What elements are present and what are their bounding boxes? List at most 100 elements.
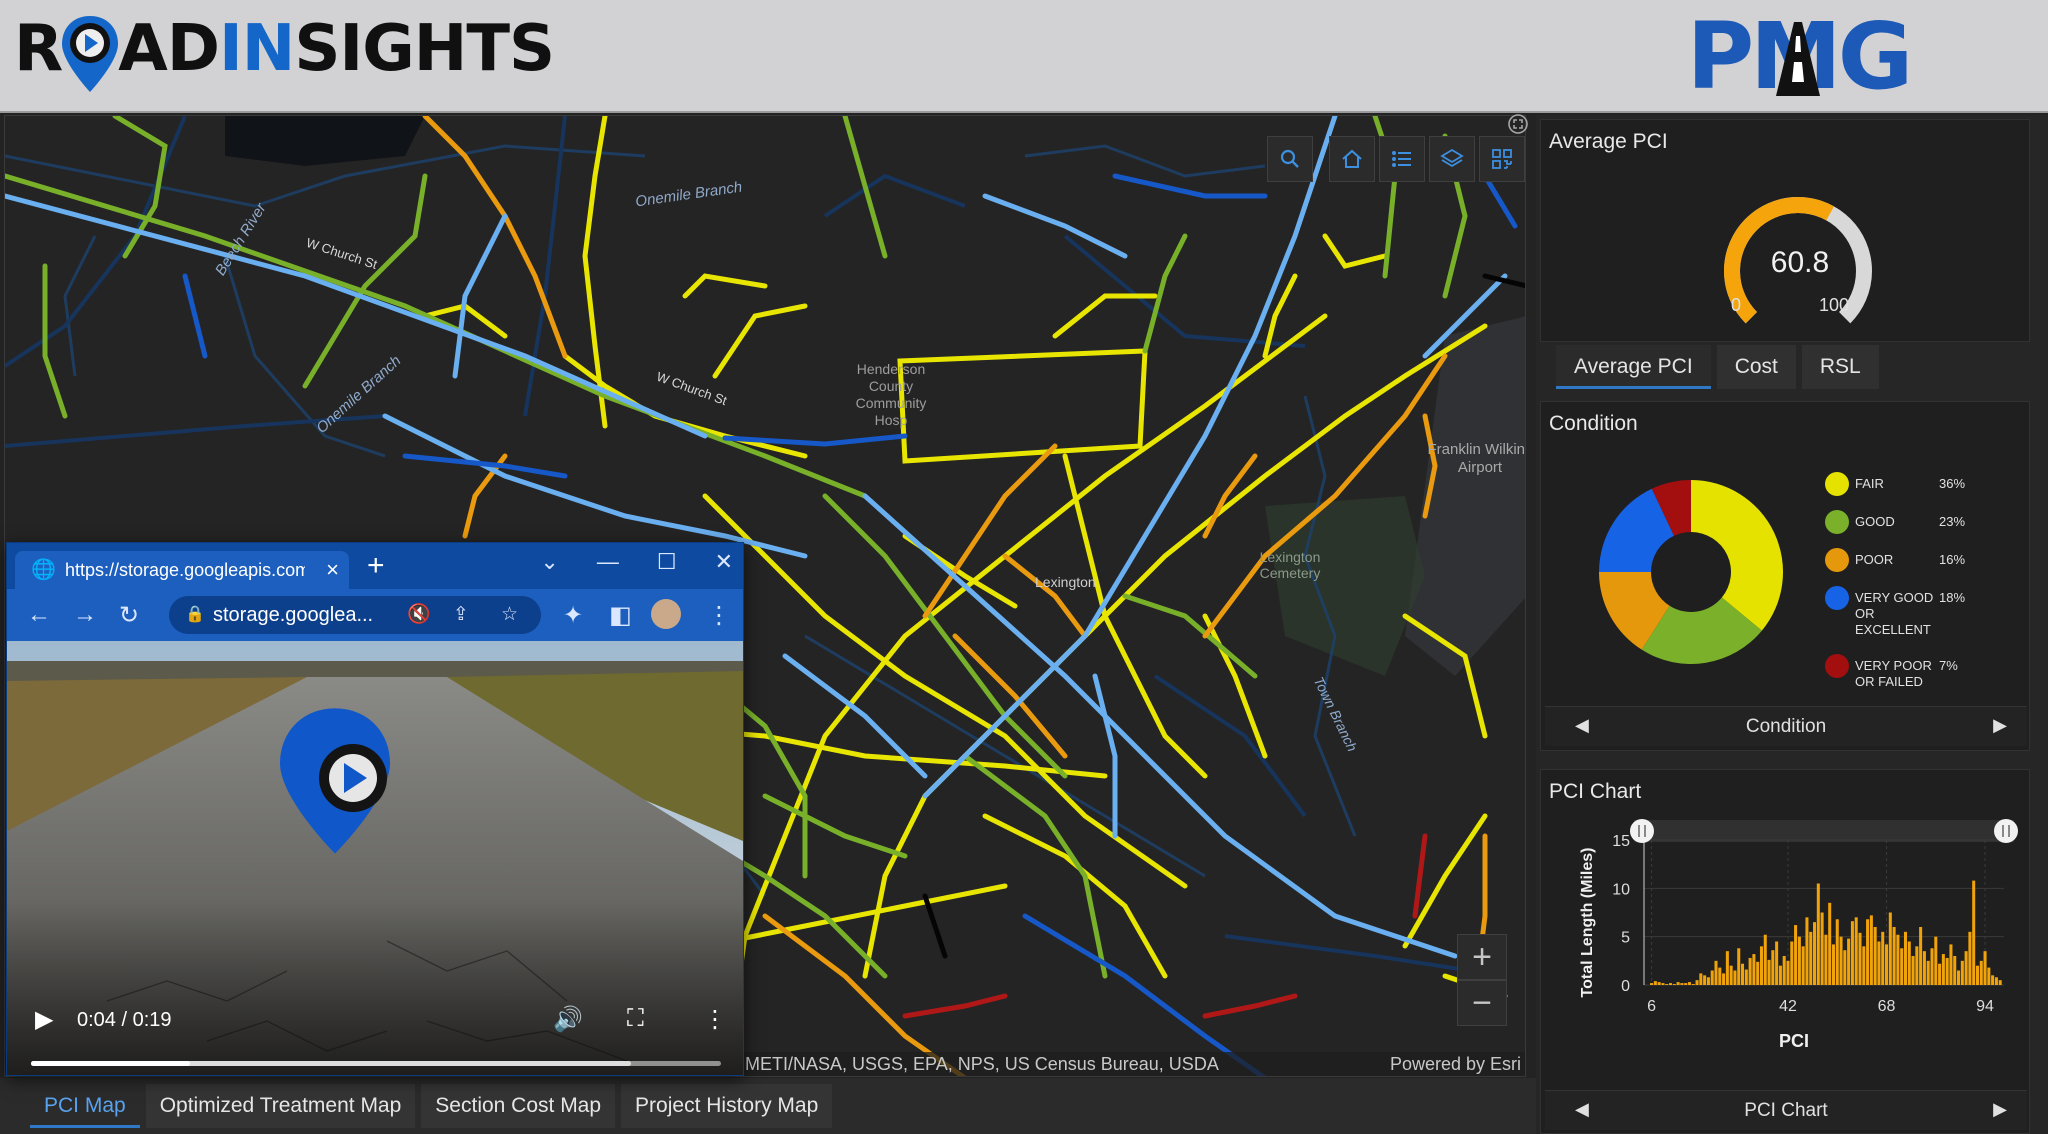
side-panel-icon[interactable]: ◧	[609, 601, 632, 630]
chevron-down-icon[interactable]: ⌄	[540, 549, 558, 575]
histogram-bar	[1650, 983, 1654, 985]
address-bar[interactable]: 🔒 storage.googlea... 🔇 ⇪ ☆	[169, 596, 541, 634]
histogram-bar	[1748, 957, 1752, 985]
qr-code-button[interactable]	[1479, 136, 1525, 182]
search-button[interactable]	[1267, 136, 1313, 182]
volume-button[interactable]: 🔊	[553, 1005, 583, 1034]
globe-icon: 🌐	[31, 559, 56, 581]
minimize-icon[interactable]: —	[597, 549, 619, 575]
fullscreen-video-button[interactable]: ⛶	[627, 1005, 644, 1033]
histogram-bar	[1919, 927, 1923, 985]
histogram-bar	[1957, 970, 1961, 985]
brand-suffix: SIGHTS	[294, 12, 555, 86]
histogram-bar	[1854, 917, 1858, 985]
histogram-bar	[1676, 982, 1680, 985]
histogram-bar	[1687, 982, 1691, 985]
pci-histogram[interactable]: 0 5 10 15 6 42 68 94 PCI Total Length (Miles)	[1549, 810, 2019, 1090]
histogram-bar	[1657, 982, 1661, 985]
histogram-bar	[1775, 941, 1779, 985]
bookmark-star-icon[interactable]: ☆	[501, 596, 518, 634]
maximize-icon[interactable]: ☐	[657, 549, 677, 575]
layers-button[interactable]	[1429, 136, 1475, 182]
donut-slice-fair[interactable]	[1691, 480, 1783, 631]
tab-pci-map[interactable]: PCI Map	[30, 1084, 140, 1128]
x-tick-label: 68	[1878, 998, 1896, 1015]
tab-average-pci[interactable]: Average PCI	[1556, 345, 1711, 389]
histogram-bar	[1862, 946, 1866, 985]
range-handle-min[interactable]	[1630, 819, 1654, 843]
x-tick-label: 94	[1976, 998, 1994, 1015]
condition-next-button[interactable]: ▶	[1993, 715, 2007, 736]
histogram-bar	[1907, 941, 1911, 985]
x-tick-label: 42	[1779, 998, 1797, 1015]
zoom-in-button[interactable]: +	[1457, 934, 1507, 980]
tab-cost[interactable]: Cost	[1716, 345, 1796, 389]
tab-optimized-treatment-map[interactable]: Optimized Treatment Map	[145, 1084, 416, 1128]
profile-avatar[interactable]	[651, 599, 681, 629]
legend-list-button[interactable]	[1379, 136, 1425, 182]
tab-rsl[interactable]: RSL	[1801, 345, 1879, 389]
browser-tab[interactable]: 🌐 https://storage.googleapis.com ×	[15, 551, 349, 589]
average-pci-value: 60.8	[1770, 246, 1830, 279]
x-axis-title: PCI	[1779, 1031, 1809, 1051]
histogram-bar	[1998, 980, 2002, 985]
histogram-bar	[1850, 921, 1854, 985]
histogram-bar	[1661, 983, 1665, 985]
video-progress-fill	[31, 1061, 190, 1066]
pci-chart-title: PCI Chart	[1549, 780, 1642, 803]
zoom-out-button[interactable]: −	[1457, 980, 1507, 1026]
average-pci-panel: Average PCI 60.8 0 100	[1540, 119, 2030, 342]
back-icon[interactable]: ←	[27, 601, 51, 629]
condition-donut-chart[interactable]	[1591, 472, 1791, 672]
histogram-bar	[1759, 946, 1763, 985]
histogram-bar	[1756, 961, 1760, 985]
muted-icon[interactable]: 🔇	[407, 596, 431, 634]
close-tab-icon[interactable]: ×	[326, 551, 339, 589]
play-button[interactable]: ▶	[35, 1005, 53, 1034]
brand-in: IN	[218, 12, 295, 86]
histogram-bar	[1903, 931, 1907, 985]
close-window-icon[interactable]: ✕	[715, 549, 733, 575]
histogram-bar	[1922, 951, 1926, 985]
home-button[interactable]	[1329, 136, 1375, 182]
roadinsights-logo: R AD IN SIGHTS	[14, 12, 555, 92]
histogram-bar	[1843, 950, 1847, 985]
pci-chart-next-button[interactable]: ▶	[1993, 1099, 2007, 1120]
layers-icon	[1440, 148, 1464, 168]
legend-swatch-very-poor	[1825, 654, 1849, 678]
legend-swatch-very-good	[1825, 586, 1849, 610]
reload-icon[interactable]: ↻	[119, 601, 139, 630]
video-popup-window[interactable]: 🌐 https://storage.googleapis.com × + ⌄ —…	[6, 542, 744, 1076]
video-progress-bar[interactable]	[31, 1061, 721, 1066]
zoom-control: + −	[1457, 934, 1507, 1026]
histogram-bar	[1968, 931, 1972, 985]
browser-menu-icon[interactable]: ⋮	[707, 601, 731, 630]
histogram-bar	[1938, 963, 1942, 985]
histogram-bar	[1900, 948, 1904, 985]
legend-swatch-good	[1825, 510, 1849, 534]
histogram-bar	[1672, 984, 1676, 985]
histogram-bar	[1691, 984, 1695, 985]
brand-prefix: R	[14, 12, 63, 86]
search-icon	[1280, 149, 1299, 168]
new-tab-button[interactable]: +	[367, 549, 385, 583]
attribution-esri-link[interactable]: Powered by Esri	[1390, 1052, 1521, 1076]
extensions-icon[interactable]: ✦	[563, 601, 583, 630]
histogram-bar	[1983, 951, 1987, 985]
tab-project-history-map[interactable]: Project History Map	[621, 1084, 833, 1128]
histogram-bar	[1714, 960, 1718, 985]
tab-section-cost-map[interactable]: Section Cost Map	[421, 1084, 616, 1128]
histogram-bar	[1987, 967, 1991, 985]
histogram-bar	[1695, 980, 1699, 985]
video-more-icon[interactable]: ⋮	[703, 1005, 727, 1034]
share-icon[interactable]: ⇪	[453, 596, 469, 634]
gauge-max-label: 100	[1819, 295, 1850, 315]
histogram-bar	[1869, 915, 1873, 985]
map-fullscreen-button[interactable]	[1508, 114, 1528, 134]
forward-icon[interactable]: →	[73, 601, 97, 629]
range-handle-max[interactable]	[1994, 819, 2018, 843]
histogram-bar	[1828, 902, 1832, 985]
video-player[interactable]: ▶ 0:04 / 0:19 🔊 ⛶ ⋮	[7, 641, 743, 1075]
video-controls: ▶ 0:04 / 0:19 🔊 ⛶ ⋮	[7, 985, 743, 1075]
histogram-bar	[1782, 956, 1786, 985]
